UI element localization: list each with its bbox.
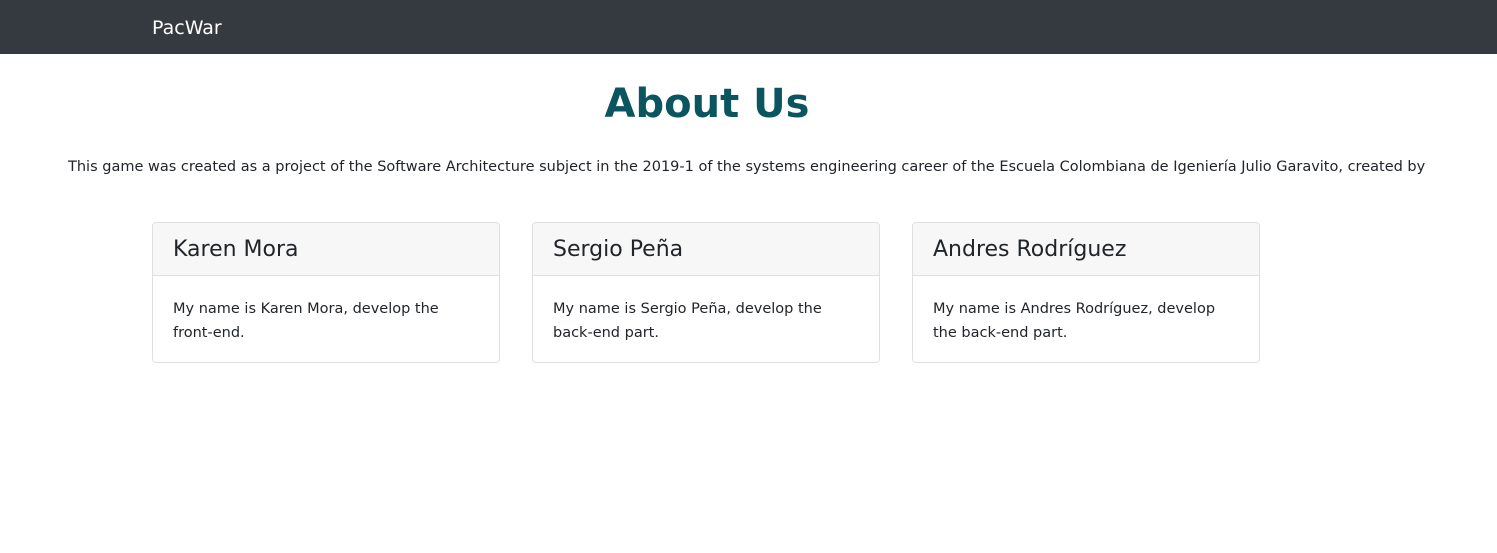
card-body: My name is Karen Mora, develop the front… — [173, 301, 439, 341]
team-card-andres-rodriguez: Andres Rodríguez My name is Andres Rodrí… — [912, 222, 1260, 363]
page-title: About Us — [604, 81, 810, 127]
team-card-karen-mora: Karen Mora My name is Karen Mora, develo… — [152, 222, 500, 363]
card-body: My name is Sergio Peña, develop the back… — [553, 301, 822, 341]
team-card-sergio-pena: Sergio Peña My name is Sergio Peña, deve… — [532, 222, 880, 363]
card-header: Sergio Peña — [533, 223, 879, 276]
navbar: PacWar — [0, 0, 1497, 54]
brand-link[interactable]: PacWar — [152, 15, 222, 41]
card-header: Andres Rodríguez — [913, 223, 1259, 276]
card-header: Karen Mora — [153, 223, 499, 276]
card-title: Karen Mora — [173, 237, 299, 262]
intro-text: This game was created as a project of th… — [68, 159, 1426, 175]
card-body: My name is Andres Rodríguez, develop the… — [933, 301, 1216, 341]
card-title: Sergio Peña — [553, 237, 684, 262]
card-title: Andres Rodríguez — [933, 237, 1127, 262]
